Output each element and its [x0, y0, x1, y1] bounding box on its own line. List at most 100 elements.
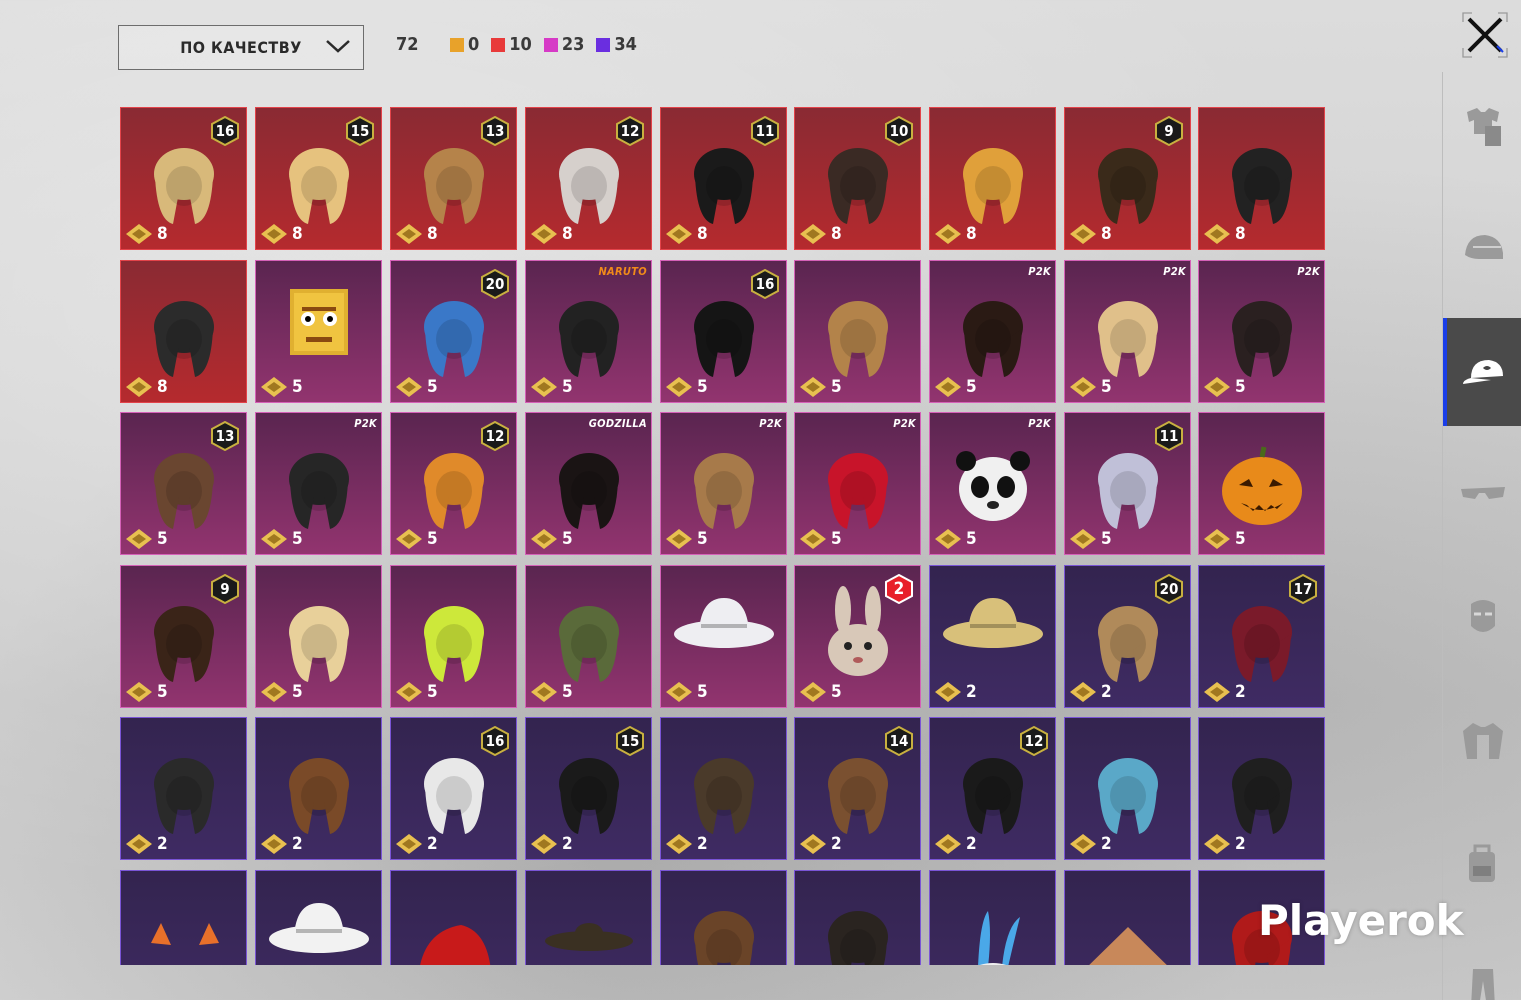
item-price: 5 [665, 528, 708, 550]
item-card[interactable]: 2 [1064, 717, 1191, 860]
price-value: 5 [1101, 529, 1112, 549]
sidebar-item-jacket[interactable] [1443, 687, 1521, 795]
sidebar-item-outfit[interactable] [1443, 72, 1521, 180]
level-badge: 10 [884, 116, 914, 146]
item-card[interactable]: 20 2 [1064, 565, 1191, 708]
currency-icon [531, 529, 557, 549]
item-card[interactable]: 13 8 [390, 107, 517, 250]
item-card[interactable]: 8 [1198, 107, 1325, 250]
item-card[interactable] [390, 870, 517, 965]
item-card[interactable]: P2K 5 [929, 412, 1056, 555]
item-card[interactable]: 5 [390, 565, 517, 708]
item-card[interactable]: 5 [1198, 412, 1325, 555]
sidebar-item-helmet[interactable] [1443, 195, 1521, 303]
item-card[interactable] [255, 870, 382, 965]
currency-icon [800, 377, 826, 397]
item-card[interactable]: 16 2 [390, 717, 517, 860]
item-image [151, 923, 219, 945]
item-card[interactable]: 15 8 [255, 107, 382, 250]
item-card[interactable]: 2 [120, 717, 247, 860]
item-card[interactable]: 13 5 [120, 412, 247, 555]
item-card[interactable]: 17 2 [1198, 565, 1325, 708]
price-value: 2 [157, 834, 168, 854]
price-value: 5 [562, 377, 573, 397]
level-text: 13 [485, 122, 505, 140]
item-price: 5 [260, 376, 303, 398]
currency-icon [1070, 377, 1096, 397]
item-card[interactable]: GODZILLA 5 [525, 412, 652, 555]
item-card[interactable]: 11 5 [1064, 412, 1191, 555]
item-card[interactable] [1064, 870, 1191, 965]
item-card[interactable]: 5 [255, 565, 382, 708]
level-badge: 13 [210, 421, 240, 451]
item-card[interactable]: 5 [525, 565, 652, 708]
item-price: 5 [1203, 376, 1246, 398]
currency-icon [126, 377, 152, 397]
item-card[interactable]: 5 [794, 260, 921, 403]
item-card[interactable]: 5 [660, 565, 787, 708]
item-price: 5 [934, 528, 977, 550]
level-badge: 9 [1154, 116, 1184, 146]
backpack-icon [1468, 844, 1495, 882]
item-card[interactable]: 15 2 [525, 717, 652, 860]
chevron-down-icon [326, 40, 350, 53]
item-card[interactable]: 20 5 [390, 260, 517, 403]
level-text: 12 [1024, 732, 1044, 750]
item-price: 2 [934, 833, 977, 855]
item-card[interactable] [794, 870, 921, 965]
item-card[interactable]: 95 [120, 565, 247, 708]
item-card[interactable] [120, 870, 247, 965]
currency-icon [1204, 529, 1230, 549]
currency-icon [666, 682, 692, 702]
close-button[interactable] [1460, 10, 1510, 60]
legend-count: 34 [614, 34, 637, 55]
level-badge: 13 [480, 116, 510, 146]
brand-tag: P2K [1163, 265, 1186, 278]
item-card[interactable]: 8 [120, 260, 247, 403]
item-card[interactable]: 12 2 [929, 717, 1056, 860]
currency-icon [261, 377, 287, 397]
item-card[interactable]: 98 [1064, 107, 1191, 250]
item-price: 2 [1203, 833, 1246, 855]
item-card[interactable]: 5 [255, 260, 382, 403]
level-text: 2 [893, 579, 905, 599]
total-count: 72 [396, 34, 419, 55]
sidebar-item-glasses[interactable] [1443, 441, 1521, 549]
item-card[interactable]: P2K 5 [660, 412, 787, 555]
currency-icon [261, 682, 287, 702]
sidebar-item-mask[interactable] [1443, 564, 1521, 672]
item-card[interactable]: 2 [1198, 717, 1325, 860]
item-card[interactable]: 2 [660, 717, 787, 860]
item-card[interactable]: 25 [794, 565, 921, 708]
item-card[interactable] [929, 870, 1056, 965]
item-card[interactable]: 12 5 [390, 412, 517, 555]
item-price: 5 [125, 681, 168, 703]
item-card[interactable] [660, 870, 787, 965]
item-card[interactable]: P2K 5 [1064, 260, 1191, 403]
item-card[interactable]: P2K 5 [929, 260, 1056, 403]
item-card[interactable]: 14 2 [794, 717, 921, 860]
item-card[interactable]: P2K 5 [794, 412, 921, 555]
sidebar-item-cap[interactable] [1443, 318, 1521, 426]
item-card[interactable]: 11 8 [660, 107, 787, 250]
item-card[interactable]: P2K 5 [255, 412, 382, 555]
price-value: 8 [157, 224, 168, 244]
item-card[interactable]: 16 8 [120, 107, 247, 250]
sort-dropdown[interactable]: ПО КАЧЕСТВУ [118, 25, 364, 70]
item-card[interactable]: 12 8 [525, 107, 652, 250]
item-card[interactable]: 2 [929, 565, 1056, 708]
item-card[interactable] [525, 870, 652, 965]
level-badge: 15 [345, 116, 375, 146]
item-card[interactable]: 2 [255, 717, 382, 860]
currency-icon [666, 377, 692, 397]
item-card[interactable]: NARUTO 5 [525, 260, 652, 403]
price-value: 2 [966, 834, 977, 854]
item-card[interactable]: 8 [929, 107, 1056, 250]
jacket-icon [1462, 723, 1503, 759]
brand-tag: P2K [1297, 265, 1320, 278]
item-price: 2 [125, 833, 168, 855]
item-card[interactable]: 10 8 [794, 107, 921, 250]
legend-swatch [543, 37, 558, 52]
item-card[interactable]: P2K 5 [1198, 260, 1325, 403]
item-card[interactable]: 16 5 [660, 260, 787, 403]
